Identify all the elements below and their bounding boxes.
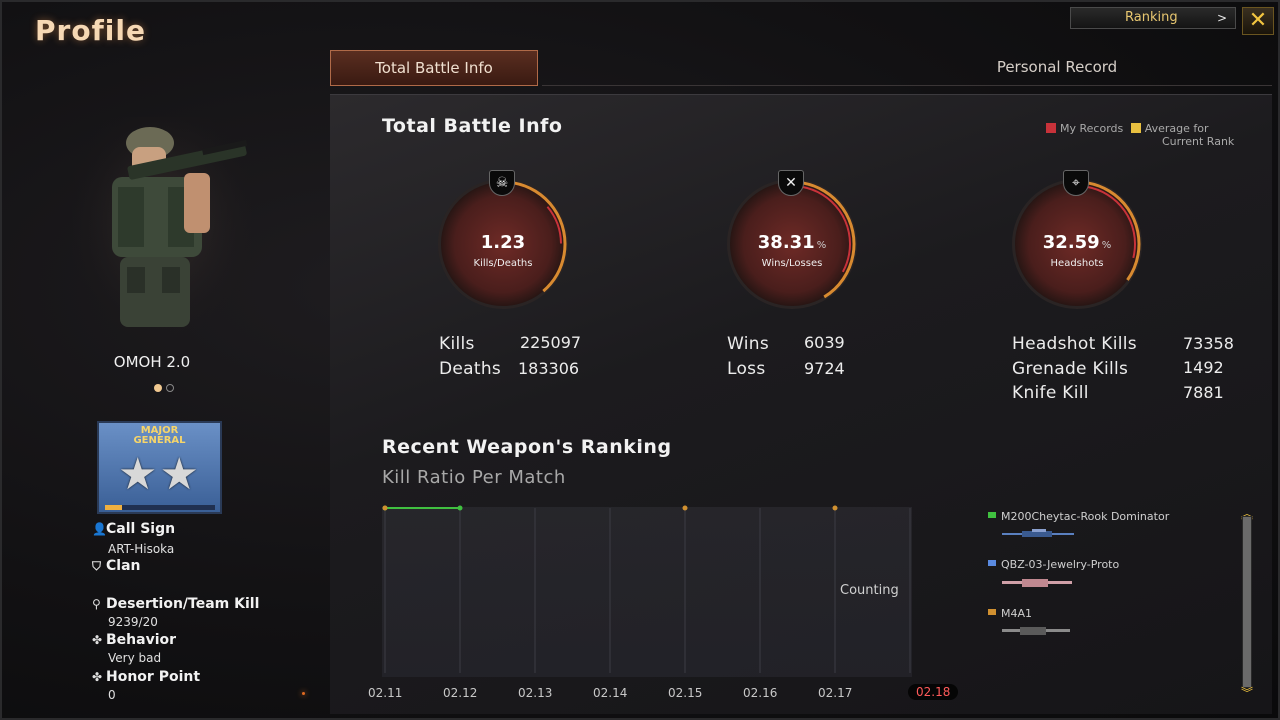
- legend-average-line2: Current Rank: [1162, 135, 1235, 148]
- character-portrait: [72, 117, 252, 347]
- tab-total-battle-info[interactable]: Total Battle Info: [330, 50, 538, 86]
- deaths-label: Deaths: [439, 359, 502, 379]
- weapon-item[interactable]: QBZ-03-Jewelry-Proto: [988, 558, 1119, 571]
- close-icon: ✕: [1248, 8, 1268, 33]
- win-loss-gauge: 38.31% Wins/Losses: [727, 179, 857, 309]
- ranking-label: Ranking: [1125, 10, 1178, 25]
- weapon-color-swatch: [988, 609, 996, 615]
- rank-progress-fill: [105, 505, 122, 510]
- crossed-guns-icon: ✕: [778, 170, 804, 196]
- rank-title: MAJOR GENERAL: [99, 426, 220, 446]
- page-title: Profile: [35, 14, 146, 47]
- x-axis-tick: 02.12: [443, 686, 478, 700]
- headshot-label: Headshots: [1050, 258, 1104, 269]
- kd-gauge: 1.23 Kills/Deaths: [438, 179, 568, 309]
- headshot-gauge: 32.59% Headshots: [1012, 179, 1142, 309]
- loss-value: 9724: [804, 359, 845, 378]
- ranking-button[interactable]: Ranking >: [1070, 7, 1236, 29]
- weapon-ranking-title: Recent Weapon's Ranking: [382, 436, 672, 458]
- knife-kill-value: 7881: [1183, 383, 1224, 402]
- x-axis-tick: 02.17: [818, 686, 853, 700]
- weapon-name: M4A1: [1001, 607, 1033, 620]
- call-sign-label: 👤Call Sign: [92, 521, 176, 537]
- legend: My Records Average for Current Rank: [1046, 122, 1234, 148]
- behavior-label: ✤ Behavior: [92, 632, 177, 648]
- skull-icon: ☠: [489, 170, 515, 196]
- legend-average-swatch: [1130, 123, 1141, 133]
- x-axis-tick[interactable]: 02.18: [908, 684, 959, 700]
- running-icon: ⚲: [92, 597, 101, 611]
- win-loss-value: 38.31%: [757, 232, 827, 253]
- headshot-value: 32.59%: [1042, 232, 1112, 253]
- kd-value: 1.23: [480, 232, 526, 253]
- loss-label: Loss: [727, 359, 766, 379]
- legend-my-records-swatch: [1046, 123, 1056, 133]
- kills-value: 225097: [520, 333, 582, 352]
- desertion-value: 9239/20: [108, 615, 158, 629]
- weapon-ranking-subtitle: Kill Ratio Per Match: [382, 467, 566, 488]
- honor-point-label: ✤ Honor Point: [92, 669, 201, 685]
- pager-dot-active[interactable]: [154, 384, 162, 392]
- weapon-name: M200Cheytac-Rook Dominator: [1001, 510, 1170, 523]
- legend-my-records: My Records: [1060, 122, 1124, 135]
- character-pager: [154, 377, 178, 396]
- pager-dot[interactable]: [166, 384, 174, 392]
- win-loss-label: Wins/Losses: [761, 258, 823, 269]
- tab-personal-record[interactable]: Personal Record: [962, 50, 1152, 86]
- honor-point-value: 0: [108, 688, 116, 702]
- profile-window: Profile Ranking > ✕ Total Battle Info Pe…: [0, 0, 1280, 720]
- grenade-kills-label: Grenade Kills: [1012, 359, 1129, 379]
- rank-badge: MAJOR GENERAL ★★: [97, 421, 222, 514]
- clan-label: ⛉ Clan: [92, 558, 141, 574]
- x-axis-tick: 02.16: [743, 686, 778, 700]
- scroll-down-icon[interactable]: ︾: [1240, 684, 1254, 701]
- weapon-color-swatch: [988, 512, 996, 518]
- deaths-value: 183306: [518, 359, 580, 378]
- x-axis-tick: 02.15: [668, 686, 703, 700]
- headshot-kills-value: 73358: [1183, 334, 1234, 353]
- behavior-value: Very bad: [108, 651, 162, 665]
- rank-title-line2: GENERAL: [133, 435, 186, 446]
- ember-particle: [302, 692, 305, 695]
- counting-label: Counting: [840, 583, 899, 598]
- weapon-name: QBZ-03-Jewelry-Proto: [1001, 558, 1120, 571]
- kills-label: Kills: [439, 334, 475, 354]
- call-sign-value: ART-Hisoka: [108, 542, 175, 556]
- crosshair-icon: ⌖: [1063, 170, 1089, 196]
- clover-icon: ✤: [92, 670, 103, 684]
- weapon-color-swatch: [988, 560, 996, 566]
- rank-stars-icon: ★★: [118, 449, 201, 500]
- wins-value: 6039: [804, 333, 845, 352]
- weapon-item[interactable]: M200Cheytac-Rook Dominator: [988, 510, 1169, 523]
- tab-divider: [542, 85, 1272, 86]
- close-button[interactable]: ✕: [1242, 7, 1274, 35]
- weapon-item[interactable]: M4A1: [988, 607, 1032, 620]
- chart-point: [832, 505, 838, 511]
- grenade-kills-value: 1492: [1183, 358, 1224, 377]
- m4a1-rifle-icon: [1002, 627, 1070, 635]
- battle-info-title: Total Battle Info: [382, 115, 563, 137]
- x-axis-tick: 02.11: [368, 686, 403, 700]
- chart-point: [382, 505, 388, 511]
- desertion-label: ⚲ Desertion/Team Kill: [92, 596, 260, 612]
- sniper-rifle-icon: [1002, 529, 1074, 537]
- legend-average-line1: Average for: [1144, 122, 1209, 135]
- character-name: OMOH 2.0: [113, 353, 191, 371]
- kd-label: Kills/Deaths: [473, 258, 533, 269]
- chart-point: [457, 505, 463, 511]
- headshot-kills-label: Headshot Kills: [1012, 334, 1137, 354]
- wins-label: Wins: [727, 334, 769, 354]
- x-axis-tick: 02.13: [518, 686, 553, 700]
- assault-rifle-icon: [1002, 579, 1072, 587]
- knife-kill-label: Knife Kill: [1012, 383, 1089, 403]
- clan-icon: ⛉: [92, 559, 102, 573]
- clover-icon: ✤: [92, 633, 103, 647]
- weapon-list-scrollbar[interactable]: [1242, 516, 1252, 688]
- x-axis-tick: 02.14: [593, 686, 628, 700]
- person-icon: 👤: [92, 522, 107, 536]
- chevron-right-icon: >: [1216, 11, 1227, 25]
- chart-point: [682, 505, 688, 511]
